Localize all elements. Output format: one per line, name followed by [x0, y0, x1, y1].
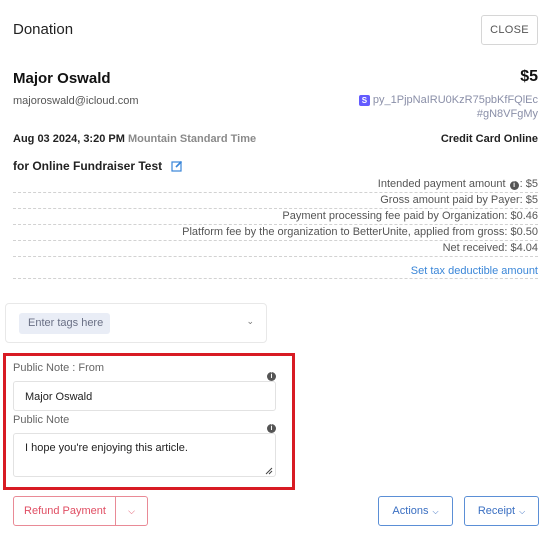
- tags-select[interactable]: Enter tags here ⌄: [5, 303, 267, 343]
- date-text: Aug 03 2024, 3:20 PM: [13, 133, 125, 145]
- actions-button[interactable]: Actions ⌵: [378, 496, 453, 526]
- campaign-label: for Online Fundraiser Test: [13, 159, 163, 173]
- public-note-label: Public Note: [13, 414, 70, 426]
- donation-date: Aug 03 2024, 3:20 PM Mountain Standard T…: [13, 133, 256, 145]
- breakdown-row: Gross amount paid by Payer: $5: [13, 193, 538, 209]
- breakdown-row: Platform fee by the organization to Bett…: [13, 225, 538, 241]
- donor-name: Major Oswald: [13, 70, 111, 87]
- tax-link-row: Set tax deductible amount: [13, 257, 538, 279]
- payment-method: Credit Card Online: [440, 133, 538, 145]
- resize-handle-icon[interactable]: [265, 466, 273, 475]
- info-icon[interactable]: i: [509, 181, 519, 190]
- public-note-textarea[interactable]: I hope you're enjoying this article.: [13, 433, 276, 477]
- payment-id-line1: py_1PjpNaIRU0KzR75pbKfFQlEc: [372, 94, 538, 106]
- chevron-down-icon: ⌵: [519, 507, 526, 516]
- refund-button-group: Refund Payment ⌵: [13, 496, 148, 526]
- actions-label: Actions: [392, 505, 429, 517]
- page-title: Donation: [13, 21, 74, 38]
- receipt-label: Receipt: [477, 505, 516, 517]
- chevron-down-icon: ⌵: [128, 506, 135, 516]
- close-button[interactable]: CLOSE: [481, 15, 538, 45]
- payment-id[interactable]: Spy_1PjpNaIRU0KzR75pbKfFQlEc #gN8VFgMy: [358, 93, 538, 121]
- chevron-down-icon: ⌵: [432, 507, 439, 516]
- donor-email: majoroswald@icloud.com: [13, 95, 139, 107]
- refund-payment-button[interactable]: Refund Payment: [14, 497, 116, 525]
- breakdown-row-intended: Intended payment amount i: $5: [13, 177, 538, 193]
- campaign-line: for Online Fundraiser Test: [13, 159, 183, 175]
- timezone-text: Mountain Standard Time: [127, 133, 257, 145]
- public-note-from-label: Public Note : From: [13, 362, 105, 374]
- info-icon[interactable]: i: [267, 372, 276, 381]
- intended-label: Intended payment amount: [377, 178, 506, 190]
- stripe-icon: S: [358, 95, 370, 106]
- public-note-text: I hope you're enjoying this article.: [25, 442, 188, 454]
- tags-input[interactable]: Enter tags here: [19, 313, 110, 334]
- breakdown-row: Net received: $4.04: [13, 241, 538, 257]
- public-note-from-field[interactable]: Major Oswald: [13, 381, 276, 411]
- edit-icon[interactable]: [171, 160, 183, 175]
- chevron-down-icon[interactable]: ⌄: [246, 316, 254, 327]
- payment-id-line2: #gN8VFgMy: [476, 108, 538, 120]
- breakdown-row: Payment processing fee paid by Organizat…: [13, 209, 538, 225]
- intended-value: : $5: [519, 178, 538, 190]
- tax-deductible-link[interactable]: Set tax deductible amount: [411, 265, 538, 277]
- donation-amount: $5: [520, 68, 538, 85]
- payment-breakdown: Intended payment amount i: $5 Gross amou…: [13, 177, 538, 279]
- refund-dropdown-button[interactable]: ⌵: [116, 497, 147, 525]
- receipt-button[interactable]: Receipt ⌵: [464, 496, 539, 526]
- info-icon[interactable]: i: [267, 424, 276, 433]
